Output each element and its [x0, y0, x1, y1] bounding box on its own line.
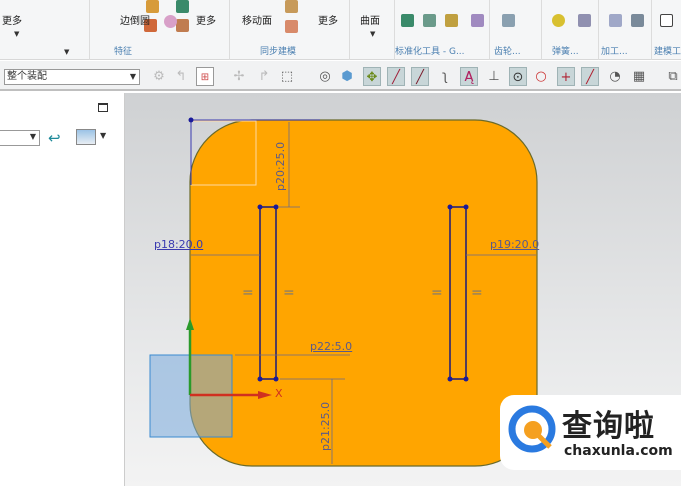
edge-blend-button[interactable]: 边倒圆: [120, 12, 150, 27]
group-label: 同步建模: [260, 47, 297, 57]
perpendicular-icon[interactable]: ⊥: [485, 67, 503, 86]
tool-icon[interactable]: [471, 14, 484, 27]
preview-image-icon[interactable]: [76, 129, 96, 145]
ribbon-group-gear: 齿轮...: [490, 0, 542, 60]
line-snap-icon[interactable]: ╱: [387, 67, 405, 86]
midpoint-snap-icon[interactable]: ╱: [411, 67, 429, 86]
chevron-down-icon: ▼: [29, 132, 36, 141]
more-button[interactable]: 更多: [318, 12, 338, 27]
ribbon-group-feature: 边倒圆 更多 特征: [90, 0, 230, 60]
ribbon: 更多 ▼ ▼ 边倒圆 更多 特征 移动面 更多 同步建模 曲面 ▼ 标准化工具 -…: [0, 0, 681, 60]
quadrant-snap-icon[interactable]: ○: [532, 67, 550, 86]
assembly-filter-select[interactable]: 整个装配 ▼: [4, 69, 140, 85]
sync-icon[interactable]: [285, 0, 298, 13]
chevron-down-icon: ▼: [129, 72, 136, 81]
machining-icon[interactable]: [631, 14, 644, 27]
selection-filter-icon[interactable]: ⊞: [196, 67, 214, 86]
grid-icon[interactable]: ▦: [630, 67, 648, 86]
ribbon-group-more: 更多 ▼ ▼: [0, 0, 90, 60]
machining-icon[interactable]: [609, 14, 622, 27]
assembly-filter-value: 整个装配: [7, 71, 47, 82]
panel-filter-select[interactable]: ▼: [0, 130, 40, 146]
tool-icon[interactable]: [423, 14, 436, 27]
x-axis-label: X: [275, 387, 283, 400]
view-icon[interactable]: ⧉: [664, 67, 681, 86]
snap-icon[interactable]: ⚙: [150, 67, 168, 86]
ribbon-group-spring: 弹簧...: [542, 0, 599, 60]
dimension-width[interactable]: p22:5.0: [310, 340, 352, 353]
solid-icon[interactable]: ⬢: [338, 67, 356, 86]
spring-icon[interactable]: [552, 14, 565, 27]
group-label[interactable]: 加工...: [601, 44, 628, 57]
group-label[interactable]: 齿轮...: [494, 44, 521, 57]
group-label: 建模工: [654, 47, 681, 57]
feature-icon[interactable]: [176, 0, 189, 13]
watermark: 查询啦 chaxunla.com: [500, 395, 681, 470]
spring-icon[interactable]: [578, 14, 591, 27]
origin-point: [188, 117, 194, 123]
ribbon-group-modeling: 建模工: [652, 0, 681, 60]
more-button[interactable]: 更多: [2, 12, 22, 27]
surface-button[interactable]: 曲面: [360, 12, 380, 27]
navigator-panel: ▼ ↩ ▼: [0, 93, 125, 486]
tool-icon[interactable]: [445, 14, 458, 27]
watermark-logo-icon: [508, 405, 556, 453]
selection-toolbar: 整个装配 ▼ ⚙ ↰ ⊞ ✢ ↱ ⬚ ◎ ⬢ ✥ ╱ ╱ ʅ Ą ⊥ ⊙ ○ + …: [0, 61, 681, 91]
group-label[interactable]: 弹簧...: [552, 44, 579, 57]
group-label: 特征: [114, 47, 133, 57]
dimension-bottom[interactable]: p21:25.0: [319, 402, 332, 451]
dimension-right[interactable]: p19:20.0: [490, 238, 539, 251]
box-select-icon[interactable]: ⬚: [278, 67, 296, 86]
more-button[interactable]: 更多: [196, 12, 216, 27]
ribbon-group-surface: 曲面 ▼: [350, 0, 395, 60]
snap-icon[interactable]: ✢: [230, 67, 248, 86]
center-snap-icon[interactable]: ⊙: [509, 67, 527, 86]
ribbon-group-standard: 标准化工具 - G...: [395, 0, 490, 60]
equal-constraint: =: [283, 285, 295, 301]
watermark-url: chaxunla.com: [564, 443, 673, 459]
ribbon-group-sync: 移动面 更多 同步建模: [230, 0, 350, 60]
back-icon[interactable]: ↩: [48, 129, 61, 147]
maximize-icon[interactable]: [98, 103, 108, 112]
modeling-icon[interactable]: [660, 14, 673, 27]
point-snap-icon[interactable]: +: [557, 67, 575, 86]
point-on-curve-icon[interactable]: ╱: [581, 67, 599, 86]
equal-constraint: =: [431, 285, 443, 301]
move-face-button[interactable]: 移动面: [242, 12, 272, 27]
group-label[interactable]: 标准化工具 - G...: [395, 44, 465, 57]
curve-snap-icon[interactable]: ʅ: [436, 67, 454, 86]
dimension-top[interactable]: p20:25.0: [274, 142, 287, 191]
watermark-brand: 查询啦: [562, 409, 655, 444]
gear-icon[interactable]: [502, 14, 515, 27]
endpoint-snap-icon[interactable]: ✥: [363, 67, 381, 86]
feature-icon[interactable]: [164, 15, 177, 28]
sync-icon[interactable]: [285, 20, 298, 33]
dimension-left[interactable]: p18:20.0: [154, 238, 203, 251]
intersection-snap-icon[interactable]: Ą: [460, 67, 478, 86]
cube-icon[interactable]: ◎: [316, 67, 334, 86]
face-snap-icon[interactable]: ◔: [606, 67, 624, 86]
tool-icon[interactable]: [401, 14, 414, 27]
feature-icon[interactable]: [176, 19, 189, 32]
ribbon-group-machining: 加工...: [599, 0, 652, 60]
snap-icon[interactable]: ↰: [172, 67, 190, 86]
equal-constraint: =: [242, 285, 254, 301]
chevron-down-icon[interactable]: ▼: [100, 131, 106, 140]
snap-icon[interactable]: ↱: [255, 67, 273, 86]
equal-constraint: =: [471, 285, 483, 301]
